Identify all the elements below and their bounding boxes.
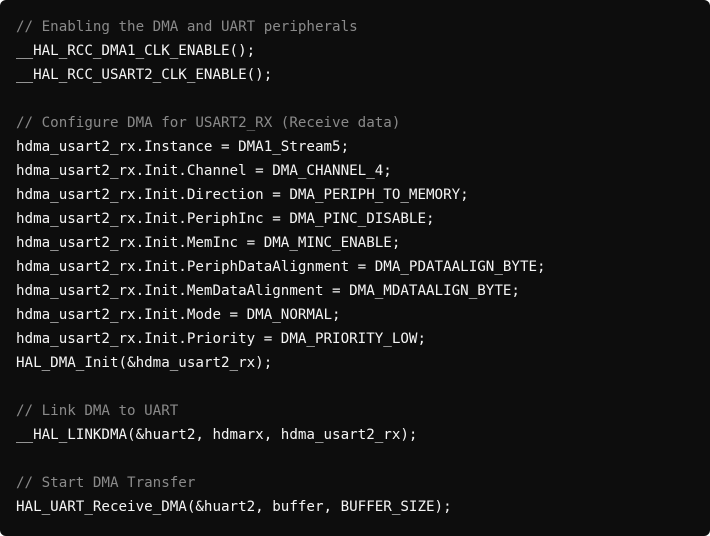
code-line: hdma_usart2_rx.Init.PeriphDataAlignment … bbox=[16, 259, 546, 275]
code-line: hdma_usart2_rx.Init.MemDataAlignment = D… bbox=[16, 283, 520, 299]
code-line: __HAL_LINKDMA(&huart2, hdmarx, hdma_usar… bbox=[16, 427, 418, 443]
code-comment-line: // Link DMA to UART bbox=[16, 403, 179, 419]
code-line: hdma_usart2_rx.Init.Mode = DMA_NORMAL; bbox=[16, 307, 341, 323]
code-line: hdma_usart2_rx.Init.PeriphInc = DMA_PINC… bbox=[16, 211, 435, 227]
code-line: hdma_usart2_rx.Init.MemInc = DMA_MINC_EN… bbox=[16, 235, 401, 251]
code-line: __HAL_RCC_DMA1_CLK_ENABLE(); bbox=[16, 43, 256, 59]
code-line: HAL_DMA_Init(&hdma_usart2_rx); bbox=[16, 355, 273, 371]
code-line: hdma_usart2_rx.Init.Priority = DMA_PRIOR… bbox=[16, 331, 426, 347]
code-comment-line: // Configure DMA for USART2_RX (Receive … bbox=[16, 115, 401, 131]
code-comment-line: // Enabling the DMA and UART peripherals bbox=[16, 19, 358, 35]
code-comment-line: // Start DMA Transfer bbox=[16, 475, 196, 491]
code-line: hdma_usart2_rx.Init.Channel = DMA_CHANNE… bbox=[16, 163, 392, 179]
code-line: hdma_usart2_rx.Instance = DMA1_Stream5; bbox=[16, 139, 350, 155]
code-line: HAL_UART_Receive_DMA(&huart2, buffer, BU… bbox=[16, 499, 452, 515]
code-block: // Enabling the DMA and UART peripherals… bbox=[0, 0, 710, 536]
code-line: __HAL_RCC_USART2_CLK_ENABLE(); bbox=[16, 67, 273, 83]
code-line: hdma_usart2_rx.Init.Direction = DMA_PERI… bbox=[16, 187, 469, 203]
